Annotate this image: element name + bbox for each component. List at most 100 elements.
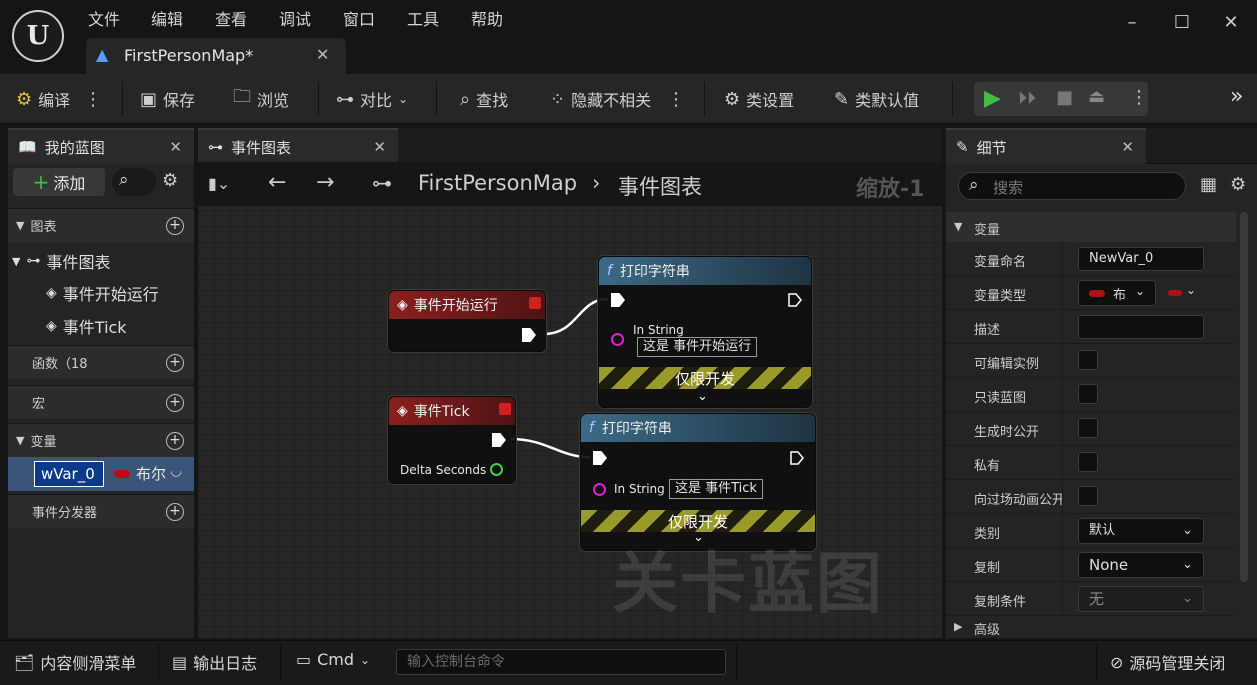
editable-checkbox[interactable] <box>1078 350 1098 370</box>
expose-spawn-checkbox[interactable] <box>1078 418 1098 438</box>
graph-icon: ⊶ <box>26 253 41 269</box>
string-value-input[interactable]: 这是 事件Tick <box>669 479 763 499</box>
output-log-button[interactable]: ▤ 输出日志 <box>172 650 257 674</box>
details-search[interactable]: ⌕ 搜索 <box>958 172 1186 200</box>
tree-item-event-graph[interactable]: ▼ ⊶ 事件图表 <box>12 249 110 273</box>
source-control-button[interactable]: ⊘ 源码管理关闭 <box>1110 650 1225 674</box>
section-graphs[interactable]: ▼ 图表 + <box>8 208 194 242</box>
node-event-tick[interactable]: ◈ 事件Tick Delta Seconds <box>388 396 516 484</box>
level-blueprint-icon: ▲ <box>96 45 109 64</box>
divider <box>122 82 123 116</box>
close-icon[interactable]: ✕ <box>169 138 182 156</box>
content-drawer-button[interactable]: 🗂 内容侧滑菜单 <box>14 650 136 674</box>
scrollbar[interactable] <box>1240 212 1248 582</box>
hide-unrelated-button[interactable]: ⁘ 隐藏不相关 ⋮ <box>550 84 685 114</box>
cmd-selector[interactable]: ▭ Cmd ⌄ <box>296 650 370 669</box>
variable-name-edit[interactable]: wVar_0 <box>34 461 104 487</box>
settings-icon[interactable]: ⚙ <box>162 170 178 191</box>
private-checkbox[interactable] <box>1078 452 1098 472</box>
class-settings-button[interactable]: ⚙ 类设置 <box>724 84 794 114</box>
add-dispatcher-icon[interactable]: + <box>166 502 184 521</box>
gear-icon: ⚙ <box>724 88 741 110</box>
var-name-input[interactable]: NewVar_0 <box>1078 247 1204 271</box>
add-button[interactable]: + 添加 <box>13 168 105 196</box>
menu-tools[interactable]: 工具 <box>407 6 439 30</box>
console-input[interactable]: 输入控制台命令 <box>396 649 726 675</box>
exec-out-pin-icon[interactable] <box>790 451 804 465</box>
step-icon[interactable]: ⏵⏵ <box>1018 88 1036 109</box>
tree-item-tick[interactable]: ◈ 事件Tick <box>46 314 127 338</box>
chevron-down-icon[interactable]: ⌄ <box>697 389 708 404</box>
close-window-icon[interactable]: ✕ <box>1216 8 1246 38</box>
menu-file[interactable]: 文件 <box>88 6 120 30</box>
close-tab-icon[interactable]: ✕ <box>316 45 329 64</box>
category-advanced[interactable]: ▶ 高级 <box>946 618 1236 638</box>
stop-icon[interactable]: ■ <box>1056 87 1073 108</box>
node-print-string-1[interactable]: f 打印字符串 In String 这是 事件开始运行 仅限开发 ⌄ <box>598 256 812 408</box>
readonly-checkbox[interactable] <box>1078 384 1098 404</box>
menu-edit[interactable]: 编辑 <box>151 6 183 30</box>
row-label: 向过场动画公开 <box>974 493 1062 508</box>
unreal-logo[interactable]: U <box>12 10 64 62</box>
menu-help[interactable]: 帮助 <box>471 6 503 30</box>
menu-view[interactable]: 查看 <box>215 6 247 30</box>
settings-icon[interactable]: ⚙ <box>1230 174 1246 195</box>
variable-row[interactable]: wVar_0 布尔 ◡ <box>8 457 194 491</box>
browse-button[interactable]: 🗀 浏览 <box>233 84 289 114</box>
add-function-icon[interactable]: + <box>166 353 184 372</box>
tree-item-begin-play[interactable]: ◈ 事件开始运行 <box>46 281 159 305</box>
string-value-input[interactable]: 这是 事件开始运行 <box>637 337 758 357</box>
find-button[interactable]: ⌕ 查找 <box>460 84 508 114</box>
close-icon[interactable]: ✕ <box>373 138 386 156</box>
section-event-dispatchers[interactable]: 事件分发器 + <box>8 494 194 528</box>
tab-event-graph[interactable]: ⊶ 事件图表 ✕ <box>198 128 398 164</box>
exec-out-pin[interactable] <box>522 328 536 342</box>
tab-details[interactable]: ✎ 细节 ✕ <box>946 128 1146 164</box>
section-functions[interactable]: 函数（18 + <box>8 345 194 379</box>
string-pin-icon[interactable] <box>611 333 624 346</box>
container-type-combo[interactable]: ⌄ <box>1164 280 1204 306</box>
exec-out-pin[interactable] <box>492 433 506 447</box>
menu-window[interactable]: 窗口 <box>343 6 375 30</box>
description-input[interactable] <box>1078 315 1204 339</box>
exec-in-pin[interactable] <box>611 293 625 307</box>
minimize-icon[interactable]: – <box>1117 8 1147 38</box>
expand-toolbar-icon[interactable]: » <box>1230 84 1243 109</box>
compile-button[interactable]: ⚙ 编译 ⋮ <box>16 84 102 114</box>
more-icon[interactable]: ⋮ <box>84 89 102 110</box>
add-variable-icon[interactable]: + <box>166 431 184 450</box>
section-macros[interactable]: 宏 + <box>8 385 194 419</box>
menu-debug[interactable]: 调试 <box>279 6 311 30</box>
replication-combo[interactable]: None ⌄ <box>1078 552 1204 578</box>
class-defaults-button[interactable]: ✎ 类默认值 <box>834 84 919 114</box>
close-icon[interactable]: ✕ <box>1121 138 1134 156</box>
eject-icon[interactable]: ⏏ <box>1088 86 1105 107</box>
node-begin-play[interactable]: ◈ 事件开始运行 <box>388 290 546 352</box>
section-variables[interactable]: ▼ 变量 + <box>8 423 194 457</box>
more-icon[interactable]: ⋮ <box>667 89 685 110</box>
float-pin-icon[interactable] <box>490 463 503 476</box>
eye-closed-icon[interactable]: ◡ <box>170 463 182 479</box>
tab-my-blueprint[interactable]: 📖 我的蓝图 ✕ <box>8 128 194 164</box>
graph-icon: ⊶ <box>208 138 223 156</box>
save-button[interactable]: ▣ 保存 <box>140 84 195 114</box>
document-tab[interactable]: ▲ FirstPersonMap* ✕ <box>86 38 346 74</box>
add-graph-icon[interactable]: + <box>166 216 184 235</box>
find-label: 查找 <box>476 91 509 110</box>
delegate-pin-icon[interactable] <box>499 403 511 415</box>
expose-cinematics-checkbox[interactable] <box>1078 486 1098 506</box>
add-macro-icon[interactable]: + <box>166 393 184 412</box>
table-view-icon[interactable]: ▦ <box>1200 174 1217 195</box>
string-pin-icon[interactable] <box>593 483 606 496</box>
search-toggle[interactable]: ⌕ <box>112 168 156 196</box>
category-variables[interactable]: ▼ 变量 <box>946 212 1236 242</box>
play-icon[interactable]: ▶ <box>984 86 1001 111</box>
maximize-icon[interactable]: ☐ <box>1167 8 1197 38</box>
exec-in-pin[interactable] <box>593 451 607 465</box>
delegate-pin-icon[interactable] <box>529 297 541 309</box>
category-combo[interactable]: 默认 ⌄ <box>1078 518 1204 544</box>
more-icon[interactable]: ⋮ <box>1130 87 1148 108</box>
row-expose-cinematics: 向过场动画公开 <box>946 480 1236 514</box>
var-type-combo[interactable]: 布 ⌄ <box>1078 280 1156 306</box>
diff-button[interactable]: ⊶ 对比 ⌄ <box>336 84 408 114</box>
